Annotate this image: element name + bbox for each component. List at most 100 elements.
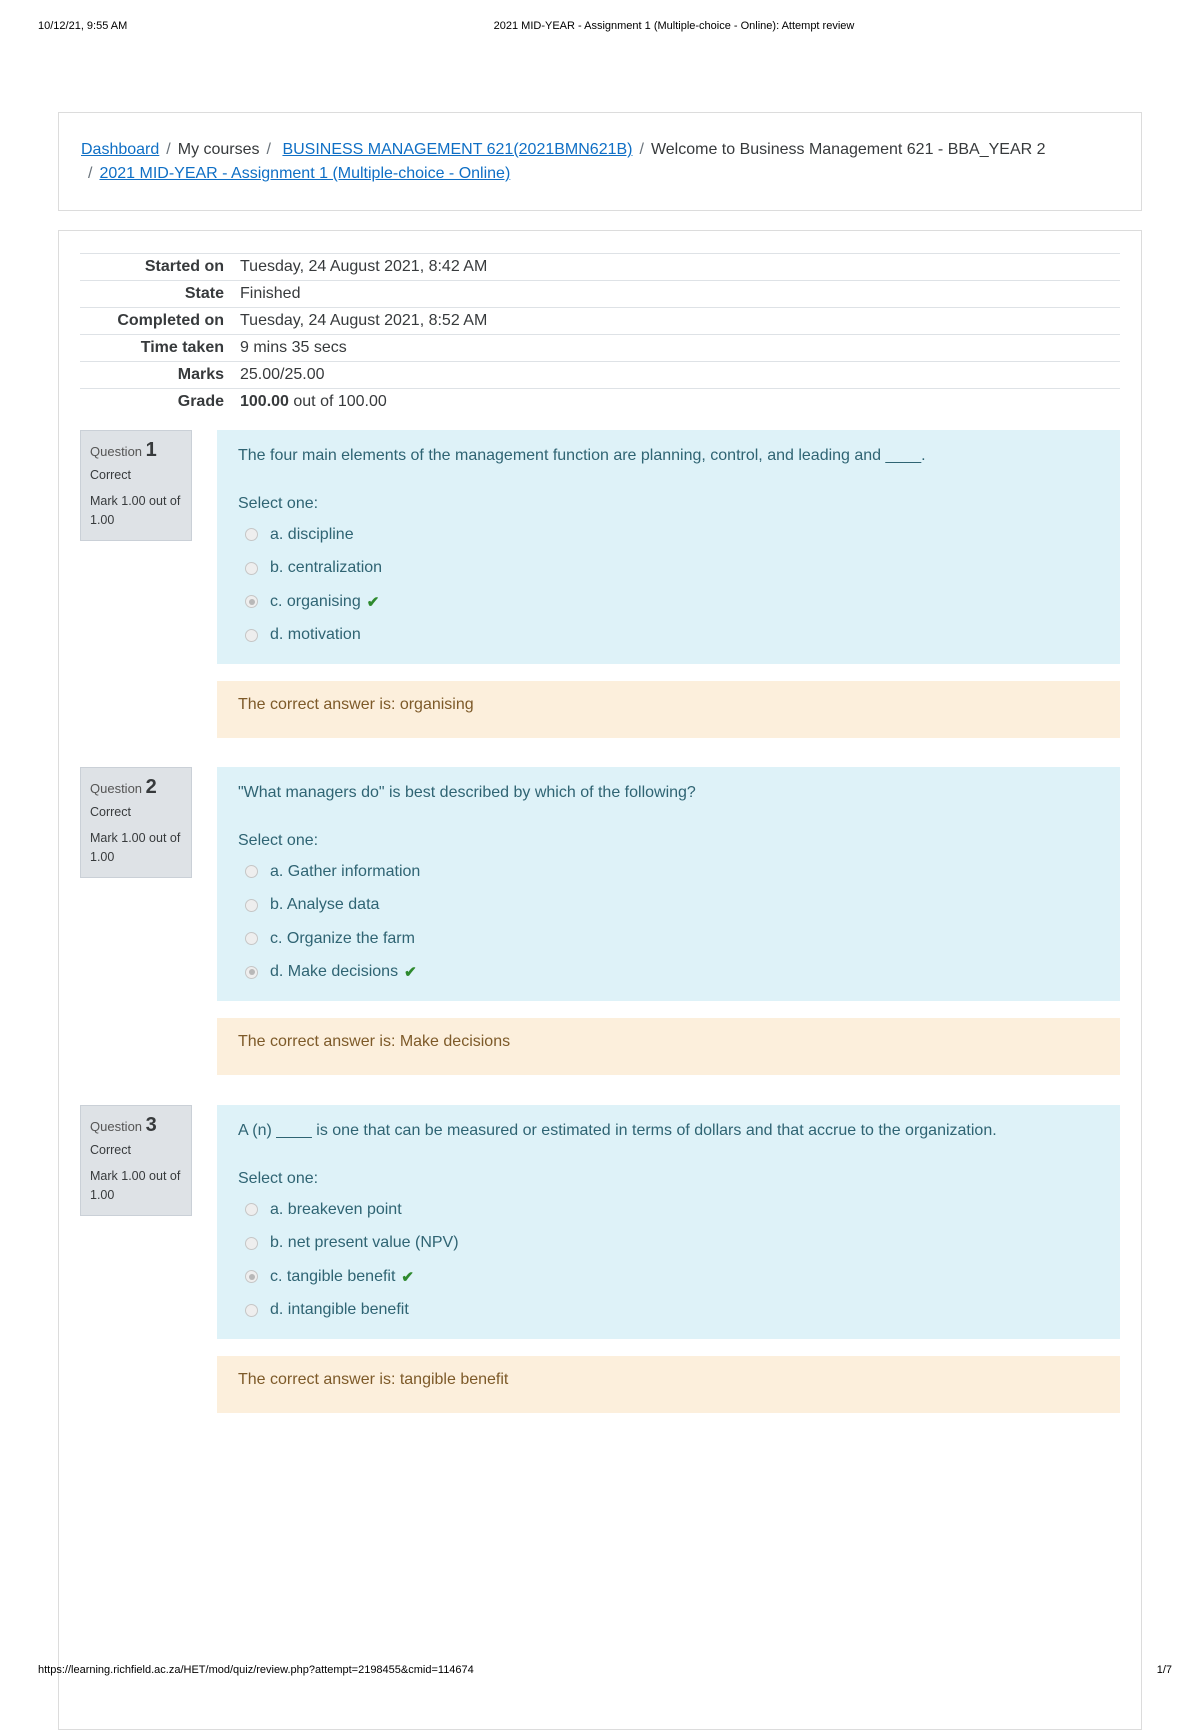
summary-value: 25.00/25.00 [240, 366, 325, 383]
summary-label: Grade [177, 393, 224, 410]
answer-option[interactable]: c. organising ✔ [238, 585, 1099, 619]
breadcrumb-separator: / [88, 165, 93, 182]
answer-option[interactable]: d. Make decisions ✔ [238, 956, 1099, 990]
correct-answer-feedback: The correct answer is: organising [217, 681, 1120, 738]
answer-options: a. discipline b. centralization c. organis… [238, 518, 1099, 652]
radio-button-icon[interactable] [245, 1236, 258, 1250]
print-header-title: 2021 MID-YEAR - Assignment 1 (Multiple-c… [493, 20, 855, 32]
check-mark-icon: ✔ [401, 1268, 414, 1286]
grade-value: 100.00 [240, 393, 289, 410]
question-content: "What managers do" is best described by … [217, 767, 1120, 1001]
answer-option[interactable]: d. intangible benefit [238, 1294, 1099, 1328]
summary-label: Completed on [117, 312, 224, 329]
check-mark-icon: ✔ [366, 593, 380, 611]
answer-option-label: c. organising [270, 592, 361, 610]
answer-option-label: d. motivation [270, 626, 361, 644]
question-number-value: 1 [145, 439, 157, 461]
breadcrumb-my-courses: My courses [177, 141, 260, 158]
summary-value: Tuesday, 24 August 2021, 8:52 AM [240, 312, 488, 329]
select-one-prompt: Select one: [238, 1170, 319, 1187]
breadcrumb-separator: / [166, 141, 171, 158]
print-footer-url: https://learning.richfield.ac.za/HET/mod… [38, 1664, 474, 1676]
summary-row-marks: Marks 25.00/25.00 [80, 361, 1120, 389]
summary-row-state: State Finished [80, 280, 1120, 308]
answer-options: a. breakeven point b. net present value (… [238, 1193, 1099, 1327]
radio-button-icon[interactable] [245, 1270, 258, 1284]
radio-button-icon[interactable] [245, 965, 258, 979]
summary-row-time-taken: Time taken 9 mins 35 secs [80, 334, 1120, 362]
question-content: A (n) ____ is one that can be measured o… [217, 1105, 1120, 1339]
answer-option-label: b. centralization [270, 559, 383, 577]
breadcrumb-course[interactable]: BUSINESS MANAGEMENT 621(2021BMN621B) [282, 141, 632, 158]
attempt-summary-table: Started on Tuesday, 24 August 2021, 8:42 … [80, 253, 1120, 415]
summary-value: 100.00 out of 100.00 [232, 389, 1120, 416]
answer-option-label: b. Analyse data [270, 896, 380, 914]
question-mark: Mark 1.00 out of 1.00 [90, 831, 181, 864]
question-number: Question 1 [90, 439, 183, 462]
answer-option[interactable]: d. motivation [238, 619, 1099, 653]
answer-option-label: d. Make decisions [270, 963, 399, 981]
question-number-value: 2 [145, 776, 157, 798]
breadcrumb-dashboard[interactable]: Dashboard [81, 141, 159, 158]
correct-answer-feedback: The correct answer is: Make decisions [217, 1018, 1120, 1075]
grade-out-of: out of 100.00 [288, 393, 387, 410]
radio-button-icon[interactable] [245, 628, 258, 642]
answer-option-label: a. breakeven point [270, 1200, 402, 1218]
question-number: Question 2 [90, 776, 183, 799]
radio-button-icon[interactable] [245, 865, 258, 879]
breadcrumb-section: Welcome to Business Management 621 - BBA… [650, 141, 1046, 158]
answer-option-label: c. tangible benefit [270, 1267, 396, 1285]
question-state: Correct [90, 468, 131, 482]
answer-option-label: c. Organize the farm [270, 929, 415, 947]
answer-option[interactable]: a. discipline [238, 518, 1099, 552]
summary-row-grade: Grade 100.00 out of 100.00 [80, 388, 1120, 416]
question-info: Question 1 Correct Mark 1.00 out of 1.00 [80, 430, 192, 541]
answer-option[interactable]: c. tangible benefit ✔ [238, 1260, 1099, 1294]
question-label: Question [90, 1119, 143, 1134]
check-mark-icon: ✔ [404, 964, 417, 982]
breadcrumb: Dashboard / My courses / BUSINESS MANAGEMEN… [81, 138, 1101, 186]
answer-option[interactable]: a. breakeven point [238, 1193, 1099, 1227]
summary-label: Marks [177, 366, 224, 383]
correct-answer-feedback: The correct answer is: tangible benefit [217, 1356, 1120, 1413]
breadcrumb-quiz[interactable]: 2021 MID-YEAR - Assignment 1 (Multiple-c… [99, 165, 510, 182]
summary-value: Tuesday, 24 August 2021, 8:42 AM [240, 258, 488, 275]
radio-button-icon[interactable] [245, 932, 258, 946]
question-number: Question 3 [90, 1114, 183, 1137]
breadcrumb-separator: / [639, 141, 644, 158]
radio-button-icon[interactable] [245, 1203, 258, 1217]
summary-value: Finished [240, 285, 301, 302]
summary-row-started: Started on Tuesday, 24 August 2021, 8:42 … [80, 253, 1120, 281]
answer-option[interactable]: b. net present value (NPV) [238, 1227, 1099, 1261]
answer-option[interactable]: b. centralization [238, 552, 1099, 586]
question-info: Question 2 Correct Mark 1.00 out of 1.00 [80, 767, 192, 878]
summary-row-completed: Completed on Tuesday, 24 August 2021, 8:5… [80, 307, 1120, 335]
radio-button-icon[interactable] [245, 1303, 258, 1317]
answer-option-label: d. intangible benefit [270, 1301, 409, 1319]
answer-option-label: b. net present value (NPV) [270, 1234, 459, 1252]
radio-button-icon[interactable] [245, 561, 258, 575]
print-footer-page: 1/7 [1156, 1664, 1172, 1676]
question-info: Question 3 Correct Mark 1.00 out of 1.00 [80, 1105, 192, 1216]
summary-label: State [184, 285, 224, 302]
radio-button-icon[interactable] [245, 595, 258, 609]
select-one-prompt: Select one: [238, 832, 319, 849]
radio-button-icon[interactable] [245, 528, 258, 542]
question-state: Correct [90, 1143, 131, 1157]
answer-option[interactable]: c. Organize the farm [238, 922, 1099, 956]
summary-value: 9 mins 35 secs [240, 339, 347, 356]
radio-button-icon[interactable] [245, 898, 258, 912]
answer-option[interactable]: a. Gather information [238, 855, 1099, 889]
question-content: The four main elements of the management… [217, 430, 1120, 664]
question-text: The four main elements of the management… [238, 447, 926, 464]
select-one-prompt: Select one: [238, 495, 319, 512]
question-mark: Mark 1.00 out of 1.00 [90, 494, 181, 527]
answer-option[interactable]: b. Analyse data [238, 889, 1099, 923]
question-state: Correct [90, 805, 131, 819]
breadcrumb-container: Dashboard / My courses / BUSINESS MANAGEMEN… [58, 112, 1142, 211]
summary-label: Started on [144, 258, 224, 275]
question-mark: Mark 1.00 out of 1.00 [90, 1169, 181, 1202]
question-number-value: 3 [145, 1114, 157, 1136]
question-label: Question [90, 781, 143, 796]
answer-option-label: a. Gather information [270, 862, 421, 880]
